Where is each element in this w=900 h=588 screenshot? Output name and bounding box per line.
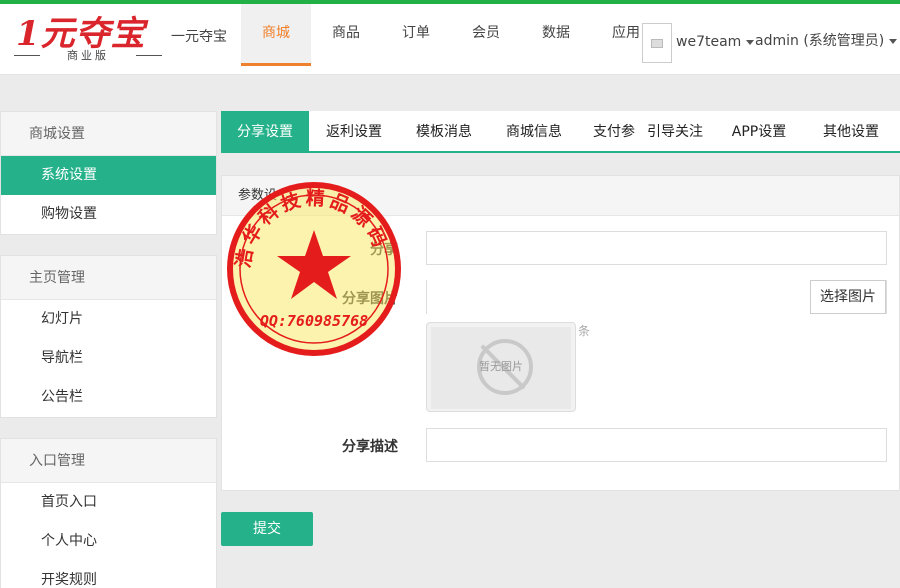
share-image-label: 分享图片: [342, 291, 398, 307]
select-image-button[interactable]: 选择图片: [810, 280, 886, 314]
header: 1元夺宝 商业版 一元夺宝 商城 商品 订单 会员 数据 应用 we7team …: [0, 4, 900, 75]
sidebar-item-system-settings[interactable]: 系统设置: [1, 156, 216, 195]
tab-template-messages[interactable]: 模板消息: [399, 111, 489, 151]
user-menu[interactable]: we7team: [676, 34, 755, 50]
sidebar-item-navbar[interactable]: 导航栏: [1, 339, 216, 378]
tab-payment-params[interactable]: 支付参: [579, 111, 639, 151]
logo-dash-right: [136, 54, 162, 56]
nav-item-orders[interactable]: 订单: [381, 4, 451, 66]
brand-name: 一元夺宝: [171, 29, 227, 45]
image-preview: 暂无图片: [426, 322, 576, 412]
sidebar-group-mall-settings: 商城设置 系统设置 购物设置: [0, 111, 217, 235]
logo-dash-left: [14, 54, 40, 56]
share-desc-input[interactable]: [426, 428, 887, 462]
sidebar-group-title: 入口管理: [1, 439, 216, 483]
share-desc-label: 分享描述: [342, 439, 398, 455]
sidebar-item-notice[interactable]: 公告栏: [1, 378, 216, 417]
chevron-down-icon: [746, 39, 755, 45]
sidebar-item-user-center[interactable]: 个人中心: [1, 522, 216, 561]
sidebar-group-home-management: 主页管理 幻灯片 导航栏 公告栏: [0, 255, 217, 418]
share-title-input[interactable]: [426, 231, 887, 265]
tab-share-settings[interactable]: 分享设置: [221, 111, 309, 151]
tab-follow-guide[interactable]: 引导关注: [639, 111, 711, 151]
share-image-field: 选择图片: [426, 280, 887, 314]
submit-button[interactable]: 提交: [221, 512, 313, 546]
settings-tabs: 分享设置 返利设置 模板消息 商城信息 支付参 引导关注 APP设置 其他设置: [221, 111, 900, 153]
logo[interactable]: 1元夺宝 商业版: [14, 6, 174, 66]
share-title-label: 分享: [370, 242, 398, 258]
sidebar-group-title: 商城设置: [1, 112, 216, 156]
sidebar-item-draw-rules[interactable]: 开奖规则: [1, 561, 216, 588]
logo-subtitle: 商业版: [14, 47, 162, 63]
remove-image-button[interactable]: 条: [578, 322, 590, 339]
nav-item-mall[interactable]: 商城: [241, 4, 311, 66]
user-name: we7team: [676, 34, 742, 50]
nav-item-members[interactable]: 会员: [451, 4, 521, 66]
logo-edition: 商业版: [67, 49, 109, 62]
chevron-down-icon: [889, 38, 898, 44]
tab-app-settings[interactable]: APP设置: [711, 111, 807, 151]
avatar[interactable]: [642, 23, 672, 63]
avatar-image-icon: [651, 38, 663, 48]
sidebar-item-home-entry[interactable]: 首页入口: [1, 483, 216, 522]
sidebar-group-entry-management: 入口管理 首页入口 个人中心 开奖规则: [0, 438, 217, 588]
nav-item-goods[interactable]: 商品: [311, 4, 381, 66]
share-image-input[interactable]: [427, 280, 812, 314]
image-placeholder: 暂无图片: [431, 327, 571, 409]
nav-item-data[interactable]: 数据: [521, 4, 591, 66]
panel-title: 参数设: [222, 176, 899, 216]
sidebar-item-slides[interactable]: 幻灯片: [1, 300, 216, 339]
share-settings-panel: 参数设 分享 分享图片 选择图片 暂无图片 条 分享描述: [221, 175, 900, 491]
no-image-text: 暂无图片: [479, 360, 523, 373]
sidebar-item-shopping-settings[interactable]: 购物设置: [1, 195, 216, 234]
tab-other-settings[interactable]: 其他设置: [807, 111, 895, 151]
tab-rebate-settings[interactable]: 返利设置: [309, 111, 399, 151]
admin-label: admin (系统管理员): [755, 33, 885, 49]
tab-mall-info[interactable]: 商城信息: [489, 111, 579, 151]
top-nav: 商城 商品 订单 会员 数据 应用: [241, 4, 661, 66]
admin-menu[interactable]: admin (系统管理员): [755, 30, 898, 50]
sidebar-group-title: 主页管理: [1, 256, 216, 300]
